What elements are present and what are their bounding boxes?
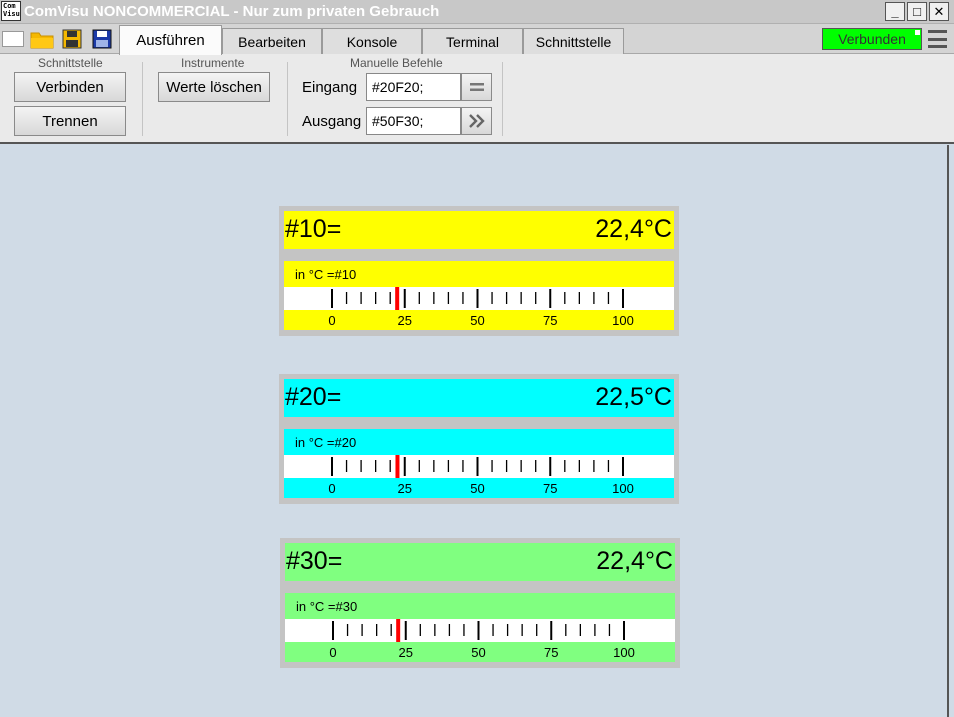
instrument-scale: in °C =#30 0 25 50 75 100 xyxy=(285,593,675,662)
tick-label: 50 xyxy=(471,645,486,660)
group-label-manuelle-befehle: Manuelle Befehle xyxy=(350,56,443,70)
instrument-header: #20= 22,5°C xyxy=(284,379,674,417)
group-separator xyxy=(287,62,288,136)
value-needle xyxy=(396,619,401,642)
status-indicator-dot xyxy=(915,30,920,35)
scale-strip xyxy=(284,455,674,478)
value-needle xyxy=(395,455,400,478)
clear-values-button[interactable]: Werte löschen xyxy=(158,72,270,102)
tick-label: 100 xyxy=(612,481,634,496)
tick-label: 75 xyxy=(544,645,559,660)
minimize-button[interactable]: _ xyxy=(885,2,905,21)
close-button[interactable]: ✕ xyxy=(929,2,949,21)
tab-terminal[interactable]: Terminal xyxy=(422,28,523,54)
connect-button[interactable]: Verbinden xyxy=(14,72,126,102)
instrument-scale: in °C =#20 0 25 50 75 100 xyxy=(284,429,674,498)
save-icon[interactable] xyxy=(60,29,84,49)
instrument-scale: in °C =#10 0 25 50 75 100 xyxy=(284,261,674,330)
tick-label: 0 xyxy=(328,481,336,496)
double-chevron-right-icon[interactable] xyxy=(461,107,492,135)
tick-label: 0 xyxy=(328,313,336,328)
tick-label: 25 xyxy=(397,481,412,496)
open-folder-icon[interactable] xyxy=(30,29,54,49)
scale-strip xyxy=(285,619,675,642)
group-label-instrumente: Instrumente xyxy=(181,56,245,70)
group-separator xyxy=(142,62,143,136)
tick-label: 50 xyxy=(470,313,485,328)
new-file-icon[interactable] xyxy=(1,29,25,49)
instrument-name: #30= xyxy=(286,547,343,575)
tick-label: 100 xyxy=(612,313,634,328)
instrument-panel: #30= 22,4°C in °C =#30 0 25 50 75 100 xyxy=(280,538,680,668)
tick-label: 75 xyxy=(543,313,558,328)
hamburger-menu-icon[interactable] xyxy=(928,30,947,48)
instrument-header: #10= 22,4°C xyxy=(284,211,674,249)
tick-label: 100 xyxy=(613,645,635,660)
connection-status-badge: Verbunden xyxy=(822,28,922,50)
instrument-value: 22,5°C xyxy=(595,383,672,411)
instrument-name: #10= xyxy=(285,215,342,243)
equals-icon[interactable] xyxy=(461,73,492,101)
tab-ausfuehren[interactable]: Ausführen xyxy=(119,25,222,55)
disconnect-button[interactable]: Trennen xyxy=(14,106,126,136)
tick-label: 0 xyxy=(329,645,337,660)
app-logo-icon: Com Visu xyxy=(1,1,21,21)
output-command-field[interactable] xyxy=(366,107,461,135)
input-label: Eingang xyxy=(302,79,358,96)
scale-strip xyxy=(284,287,674,310)
title-bar: Com Visu ComVisu NONCOMMERCIAL - Nur zum… xyxy=(0,0,954,24)
scale-label: in °C =#30 xyxy=(296,599,358,614)
scale-label: in °C =#10 xyxy=(295,267,357,282)
tab-bar: Ausführen Bearbeiten Konsole Terminal Sc… xyxy=(0,24,954,55)
value-needle xyxy=(395,287,400,310)
tab-bearbeiten[interactable]: Bearbeiten xyxy=(222,28,322,54)
instrument-panel: #20= 22,5°C in °C =#20 0 25 50 75 100 xyxy=(279,374,679,504)
input-command-field[interactable] xyxy=(366,73,461,101)
tab-konsole[interactable]: Konsole xyxy=(322,28,422,54)
right-window-edge xyxy=(947,145,954,717)
group-separator xyxy=(502,62,503,136)
instrument-name: #20= xyxy=(285,383,342,411)
tick-label: 25 xyxy=(398,645,413,660)
group-label-schnittstelle: Schnittstelle xyxy=(38,56,103,70)
instrument-value: 22,4°C xyxy=(595,215,672,243)
tab-schnittstelle[interactable]: Schnittstelle xyxy=(523,28,624,54)
instrument-value: 22,4°C xyxy=(596,547,673,575)
save-as-icon[interactable] xyxy=(90,29,114,49)
maximize-button[interactable]: □ xyxy=(907,2,927,21)
scale-label: in °C =#20 xyxy=(295,435,357,450)
output-label: Ausgang xyxy=(302,113,362,130)
tick-label: 25 xyxy=(397,313,412,328)
tick-label: 75 xyxy=(543,481,558,496)
connection-status-label: Verbunden xyxy=(838,31,906,47)
ribbon: Schnittstelle Verbinden Trennen Instrume… xyxy=(0,54,954,144)
tick-label: 50 xyxy=(470,481,485,496)
instrument-header: #30= 22,4°C xyxy=(285,543,675,581)
instrument-panel: #10= 22,4°C in °C =#10 0 25 50 75 100 xyxy=(279,206,679,336)
window-title: ComVisu NONCOMMERCIAL - Nur zum privaten… xyxy=(24,3,440,20)
